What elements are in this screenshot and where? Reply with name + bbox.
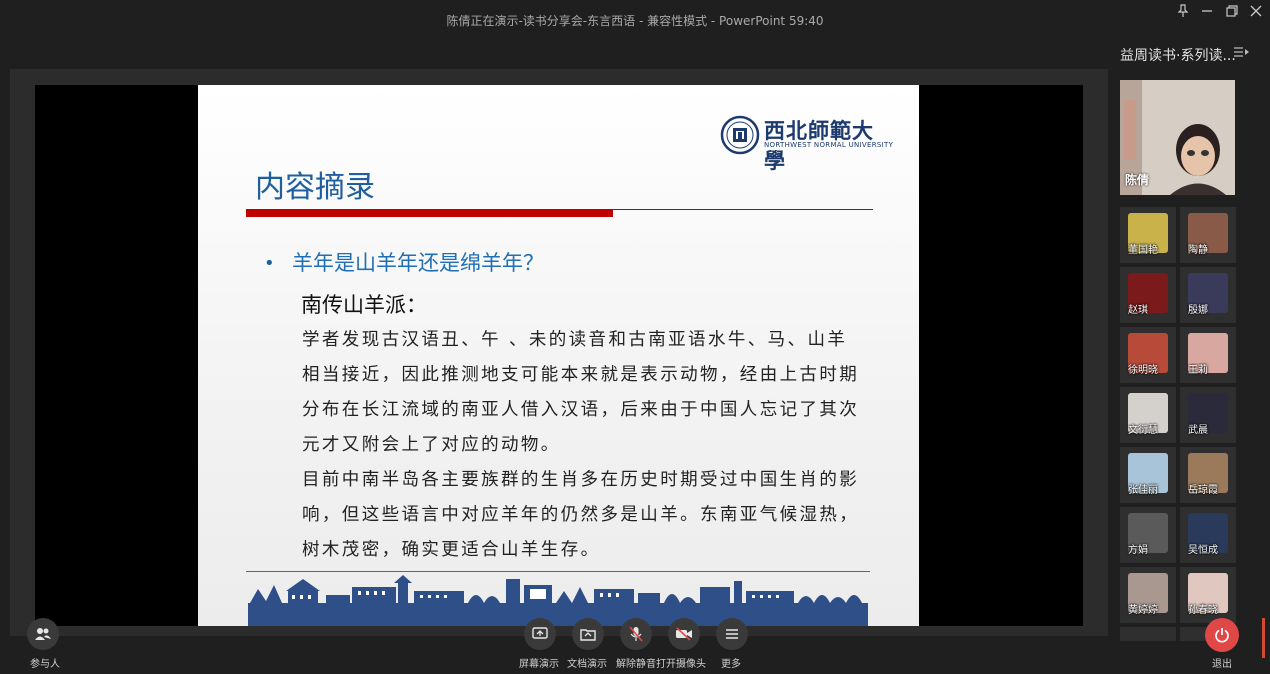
- participant-tile[interactable]: 黄婷婷: [1120, 567, 1176, 623]
- close-icon[interactable]: [1244, 4, 1268, 22]
- camera-label: 打开摄像头: [656, 659, 706, 670]
- participant-name: 武晨: [1188, 425, 1208, 436]
- participant-name: 陶静: [1188, 245, 1208, 256]
- participant-tile[interactable]: 武晨: [1180, 387, 1236, 443]
- screen-share-label: 屏幕演示: [519, 659, 559, 670]
- slide: 西北師範大學 NORTHWEST NORMAL UNIVERSITY 内容摘录 …: [198, 85, 919, 626]
- participant-tile[interactable]: 岳琼霞: [1180, 447, 1236, 503]
- participant-tile[interactable]: 张佳丽: [1120, 447, 1176, 503]
- slide-title: 内容摘录: [255, 170, 375, 205]
- window-title: 陈倩正在演示-读书分享会-东言西语 - 兼容性模式 - PowerPoint 5…: [446, 14, 824, 28]
- university-logo: 西北師範大學 NORTHWEST NORMAL UNIVERSITY: [720, 115, 894, 173]
- people-icon: [35, 628, 51, 640]
- participant-name: 黄婷婷: [1128, 605, 1158, 616]
- pin-icon[interactable]: [1171, 4, 1195, 22]
- subheading: 南传山羊派：: [301, 293, 427, 317]
- participants-label: 参与人: [30, 659, 60, 670]
- participant-name: 赵琪: [1128, 305, 1148, 316]
- participant-name: 文衍慧: [1128, 425, 1158, 436]
- exit-button[interactable]: [1205, 618, 1239, 652]
- participant-tile[interactable]: 文衍慧: [1120, 387, 1176, 443]
- doc-share-button[interactable]: [572, 618, 604, 650]
- power-icon: [1215, 628, 1229, 643]
- paragraph-1: 学者发现古汉语丑、午 、未的读音和古南亚语水牛、马、山羊相当接近，因此推测地支可…: [302, 330, 860, 455]
- minimize-icon[interactable]: [1195, 4, 1219, 22]
- more-label: 更多: [721, 659, 741, 670]
- bullet-question: 羊年是山羊年还是绵羊年？: [292, 251, 544, 275]
- participant-name: 徐明晓: [1128, 365, 1158, 376]
- participant-name: 殷娜: [1188, 305, 1208, 316]
- participant-tile[interactable]: 方娟: [1120, 507, 1176, 563]
- unmute-button[interactable]: [620, 618, 652, 650]
- title-underline-thin: [246, 209, 873, 210]
- participant-name: 孙春晓: [1188, 605, 1218, 616]
- menu-icon: [726, 629, 738, 639]
- screen-share-button[interactable]: [524, 618, 556, 650]
- bullet-dot: •: [264, 253, 275, 274]
- participant-tile[interactable]: 王莉: [1180, 327, 1236, 383]
- participant-tile[interactable]: 徐明晓: [1120, 327, 1176, 383]
- participant-name: 吴恒成: [1188, 545, 1218, 556]
- participants-button[interactable]: [27, 618, 59, 650]
- paragraph-2: 目前中南半岛各主要族群的生肖多在历史时期受过中国生肖的影响，但这些语言中对应羊年…: [302, 470, 860, 560]
- microphone-muted-icon: [629, 626, 643, 642]
- doc-share-label: 文档演示: [567, 659, 607, 670]
- camera-button[interactable]: [668, 618, 700, 650]
- campus-skyline-icon: [248, 575, 868, 626]
- participant-name: 张佳丽: [1128, 485, 1158, 496]
- meeting-title: 益周读书·系列读...: [1120, 48, 1236, 64]
- speaker-name: 陈倩: [1125, 173, 1150, 187]
- screen-share-icon: [532, 627, 548, 639]
- participant-tile[interactable]: 孙春晓: [1180, 567, 1236, 623]
- participant-tile[interactable]: 吴恒成: [1180, 507, 1236, 563]
- participant-tile[interactable]: 陶静: [1180, 207, 1236, 263]
- restore-icon[interactable]: [1220, 4, 1244, 22]
- participant-tile[interactable]: 董国艳: [1120, 207, 1176, 263]
- university-seal-icon: [720, 115, 760, 155]
- participant-tile[interactable]: 殷娜: [1180, 267, 1236, 323]
- participant-tile[interactable]: 赵琪: [1120, 267, 1176, 323]
- title-underline-thick: [246, 209, 613, 217]
- participant-name: 王莉: [1188, 365, 1208, 376]
- title-bar: 陈倩正在演示-读书分享会-东言西语 - 兼容性模式 - PowerPoint 5…: [0, 0, 1270, 40]
- unmute-label: 解除静音: [616, 659, 656, 670]
- camera-off-icon: [676, 627, 692, 641]
- participant-name: 董国艳: [1128, 245, 1158, 256]
- logo-english: NORTHWEST NORMAL UNIVERSITY: [764, 141, 894, 149]
- sidebar-scrollbar[interactable]: [1262, 618, 1265, 658]
- exit-label: 退出: [1212, 659, 1232, 670]
- list-arrow-icon[interactable]: [1233, 45, 1251, 62]
- participant-name: 岳琼霞: [1188, 485, 1218, 496]
- footer-rule: [246, 571, 870, 572]
- folder-share-icon: [580, 629, 596, 641]
- more-button[interactable]: [716, 618, 748, 650]
- participant-name: 方娟: [1128, 545, 1148, 556]
- participant-tile-partial[interactable]: [1120, 627, 1176, 641]
